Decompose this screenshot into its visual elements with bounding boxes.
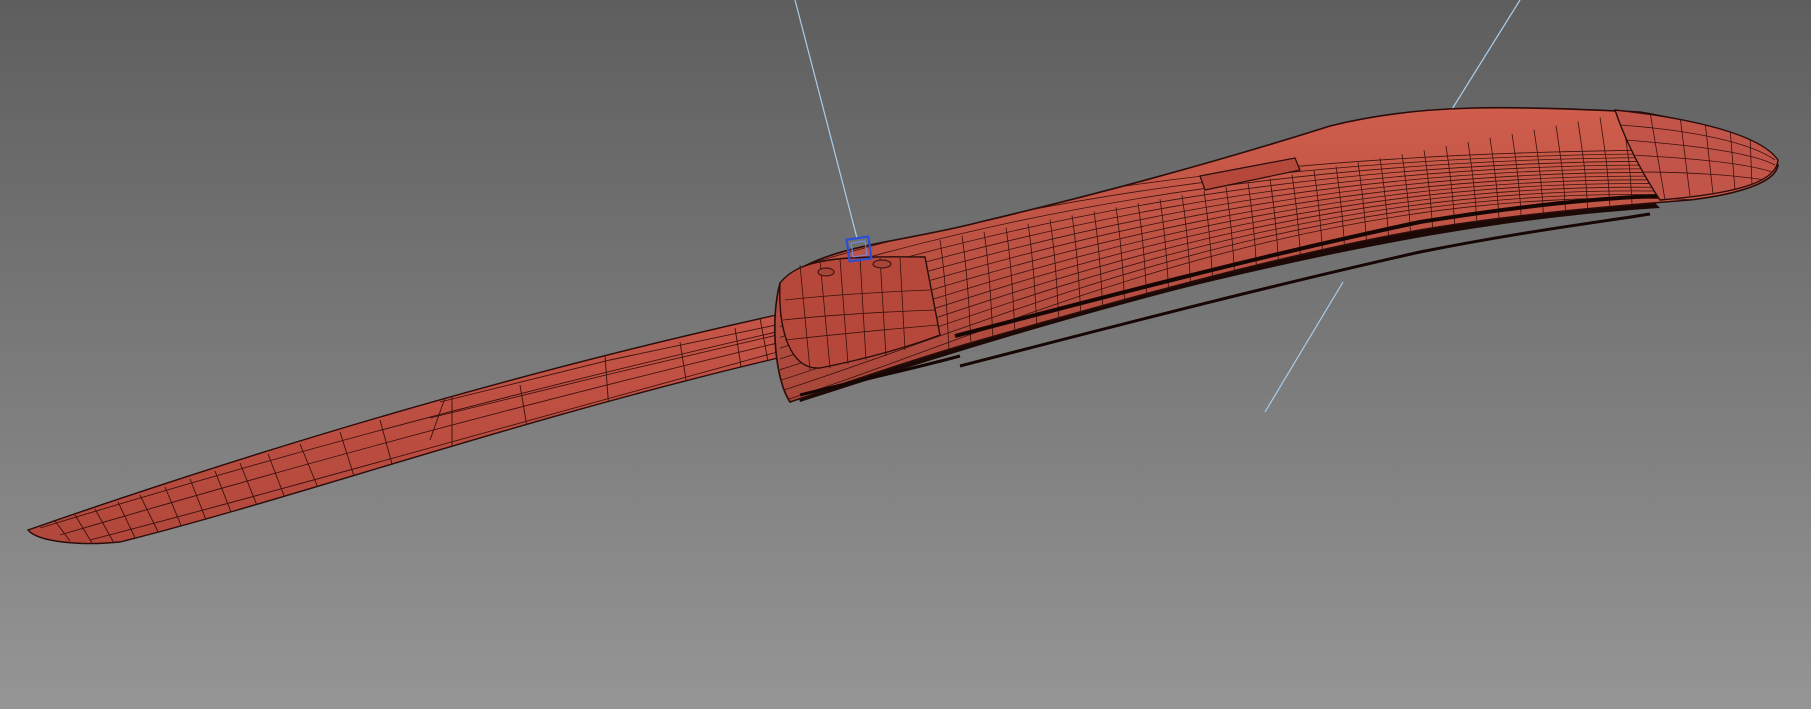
pivot-pin[interactable] xyxy=(817,267,835,277)
3d-viewport[interactable] xyxy=(0,0,1811,709)
viewport-scene[interactable] xyxy=(0,0,1811,709)
